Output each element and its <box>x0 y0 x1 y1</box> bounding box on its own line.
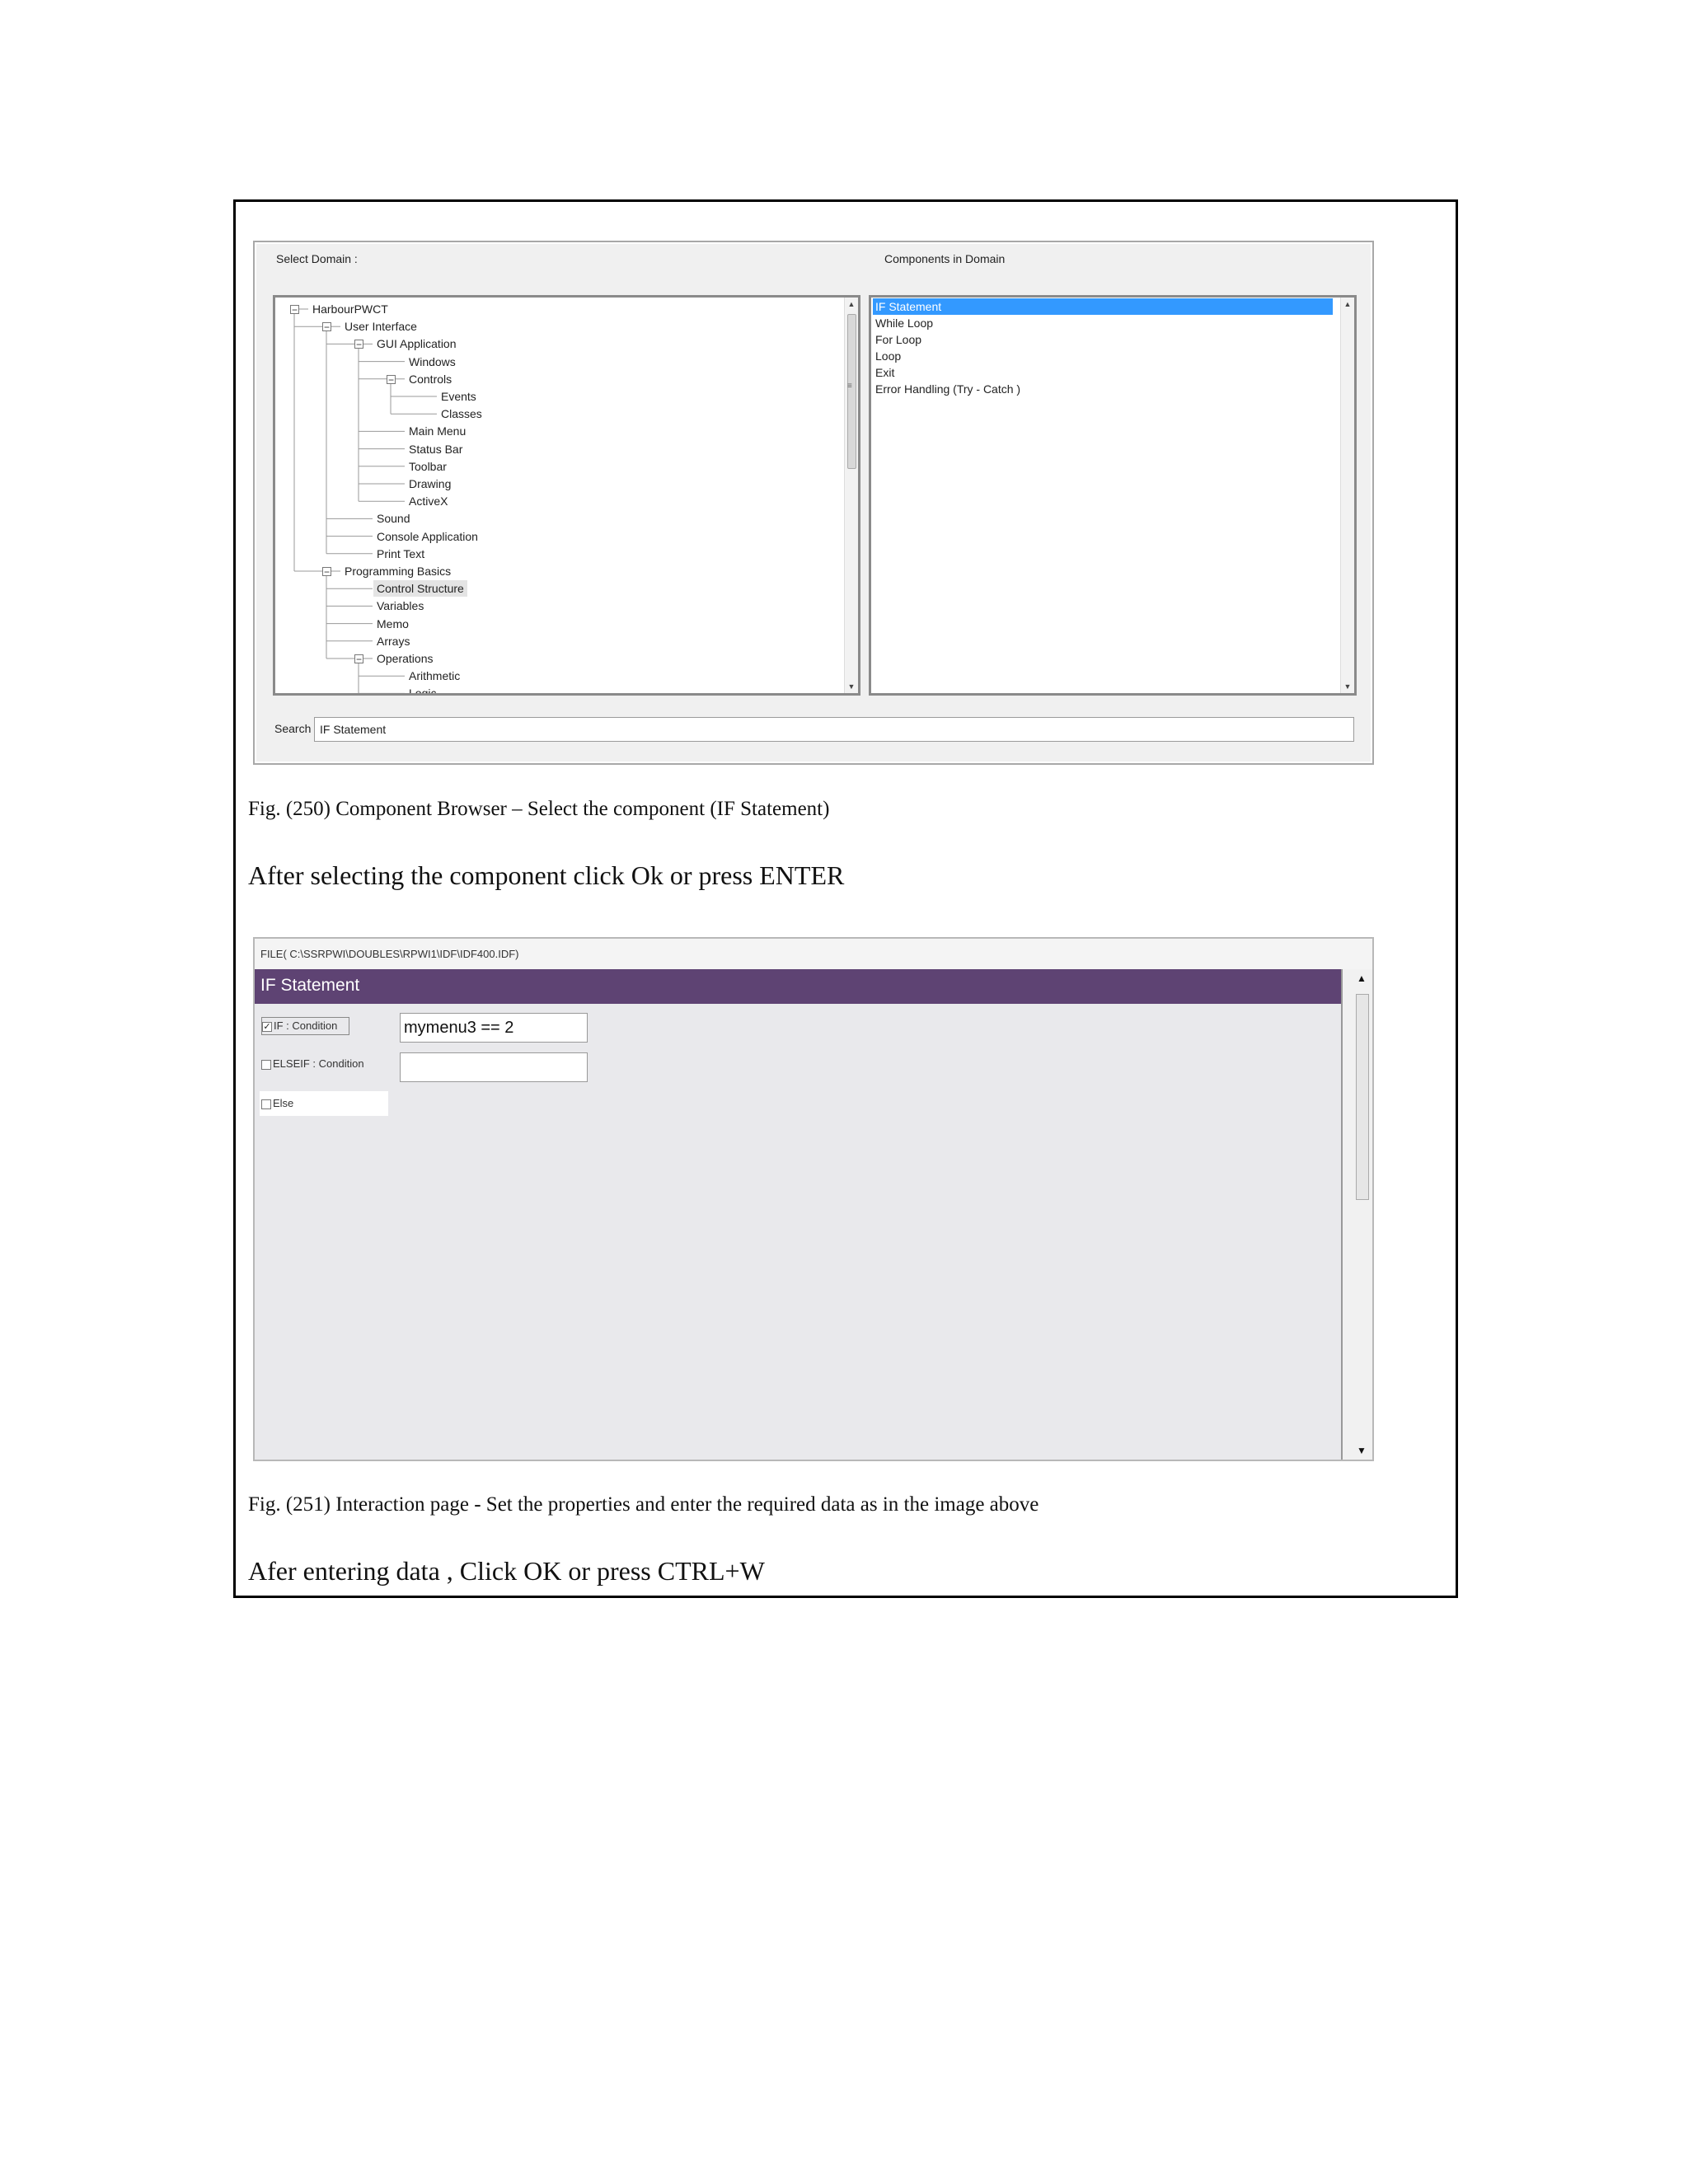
list-scrollbar[interactable]: ▲ ▼ <box>1340 298 1354 693</box>
tree-item[interactable]: GUI Application <box>377 335 457 352</box>
list-item[interactable]: Exit <box>873 364 894 381</box>
tree-connector-lines <box>293 308 437 693</box>
scroll-up-arrow-icon[interactable]: ▲ <box>845 298 858 311</box>
tree-item[interactable]: Programming Basics <box>345 563 451 579</box>
page-scrollbar[interactable]: ▲ ▼ <box>1341 969 1372 1460</box>
tree-item[interactable]: Classes <box>441 405 482 422</box>
tree-item[interactable]: Memo <box>377 616 409 632</box>
scroll-down-arrow-icon[interactable]: ▼ <box>845 680 858 693</box>
elseif-condition-checkbox[interactable]: ELSEIF : Condition <box>261 1056 364 1072</box>
tree-item[interactable]: Events <box>441 388 476 405</box>
list-item[interactable]: Loop <box>873 348 901 364</box>
if-condition-label: IF : Condition <box>274 1019 338 1032</box>
tree-item[interactable]: Arrays <box>377 633 410 649</box>
tree-item[interactable]: User Interface <box>345 318 417 335</box>
scroll-thumb[interactable] <box>1356 994 1369 1200</box>
list-item[interactable]: Error Handling (Try - Catch ) <box>873 381 1020 397</box>
select-domain-label: Select Domain : <box>276 252 358 265</box>
tree-item[interactable]: Toolbar <box>409 458 447 475</box>
components-list[interactable]: IF Statement While Loop For Loop Loop Exit Er… <box>869 295 1357 696</box>
component-browser-screenshot: Select Domain : Components in Domain − Ha… <box>253 241 1374 765</box>
search-input[interactable]: IF Statement <box>314 717 1354 742</box>
tree-item[interactable]: ActiveX <box>409 493 448 509</box>
tree-item[interactable]: Console Application <box>377 528 478 545</box>
checkbox-icon[interactable] <box>261 1059 271 1070</box>
tree-item[interactable]: Arithmetic <box>409 668 460 684</box>
file-path-bar: FILE( C:\SSRPWI\DOUBLES\RPWI1\IDF\IDF400… <box>255 939 1372 970</box>
list-item[interactable]: For Loop <box>873 331 921 348</box>
interaction-page-screenshot: FILE( C:\SSRPWI\DOUBLES\RPWI1\IDF\IDF400… <box>253 937 1374 1461</box>
collapse-toggle-icon[interactable]: − <box>290 305 299 315</box>
scroll-thumb[interactable] <box>847 314 856 469</box>
figure-250-caption: Fig. (250) Component Browser – Select th… <box>248 798 830 820</box>
collapse-toggle-icon[interactable]: − <box>322 322 331 332</box>
instruction-after-entering: Afer entering data , Click OK or press C… <box>248 1556 765 1586</box>
collapse-toggle-icon[interactable]: − <box>322 567 331 577</box>
tree-item[interactable]: Variables <box>377 598 424 614</box>
page-title: IF Statement <box>255 969 1341 1004</box>
tree-scrollbar[interactable]: ▲ ≡ ▼ <box>844 298 858 693</box>
tree-item[interactable]: Main Menu <box>409 423 466 439</box>
elseif-condition-label: ELSEIF : Condition <box>273 1057 364 1070</box>
collapse-toggle-icon[interactable]: − <box>354 340 363 349</box>
tree-item[interactable]: Windows <box>409 354 456 370</box>
scroll-up-arrow-icon[interactable]: ▲ <box>1341 298 1354 311</box>
scroll-grip-icon: ≡ <box>847 382 852 391</box>
tree-item[interactable]: Print Text <box>377 546 424 562</box>
tree-item[interactable]: Status Bar <box>409 441 462 457</box>
scroll-down-arrow-icon[interactable]: ▼ <box>1354 1445 1369 1456</box>
else-label: Else <box>273 1097 294 1109</box>
instruction-after-selecting: After selecting the component click Ok o… <box>248 860 845 890</box>
list-item[interactable]: IF Statement <box>873 298 1333 315</box>
if-condition-input[interactable]: mymenu3 == 2 <box>400 1013 588 1043</box>
collapse-toggle-icon[interactable]: − <box>354 654 363 664</box>
elseif-condition-input[interactable] <box>400 1052 588 1082</box>
tree-item[interactable]: Logic <box>409 685 436 693</box>
if-condition-checkbox[interactable]: ✓ IF : Condition <box>261 1017 350 1035</box>
tree-item[interactable]: Controls <box>409 371 452 387</box>
checkbox-icon[interactable]: ✓ <box>262 1021 272 1032</box>
tree-item[interactable]: HarbourPWCT <box>312 301 388 317</box>
else-checkbox[interactable]: Else <box>260 1091 388 1116</box>
tree-item[interactable]: Operations <box>377 650 433 667</box>
collapse-toggle-icon[interactable]: − <box>387 374 396 385</box>
tree-item[interactable]: Drawing <box>409 476 451 492</box>
list-item[interactable]: While Loop <box>873 315 933 331</box>
scroll-up-arrow-icon[interactable]: ▲ <box>1354 972 1369 984</box>
figure-251-caption: Fig. (251) Interaction page - Set the pr… <box>248 1493 1039 1516</box>
components-in-domain-label: Components in Domain <box>884 252 1006 265</box>
checkbox-icon[interactable] <box>261 1099 271 1109</box>
scroll-down-arrow-icon[interactable]: ▼ <box>1341 680 1354 693</box>
domain-tree[interactable]: − HarbourPWCT − User Interface − GUI Applicat… <box>273 295 860 696</box>
tree-item[interactable]: Control Structure <box>373 580 467 598</box>
tree-item[interactable]: Sound <box>377 510 410 527</box>
search-label: Search <box>274 722 312 735</box>
